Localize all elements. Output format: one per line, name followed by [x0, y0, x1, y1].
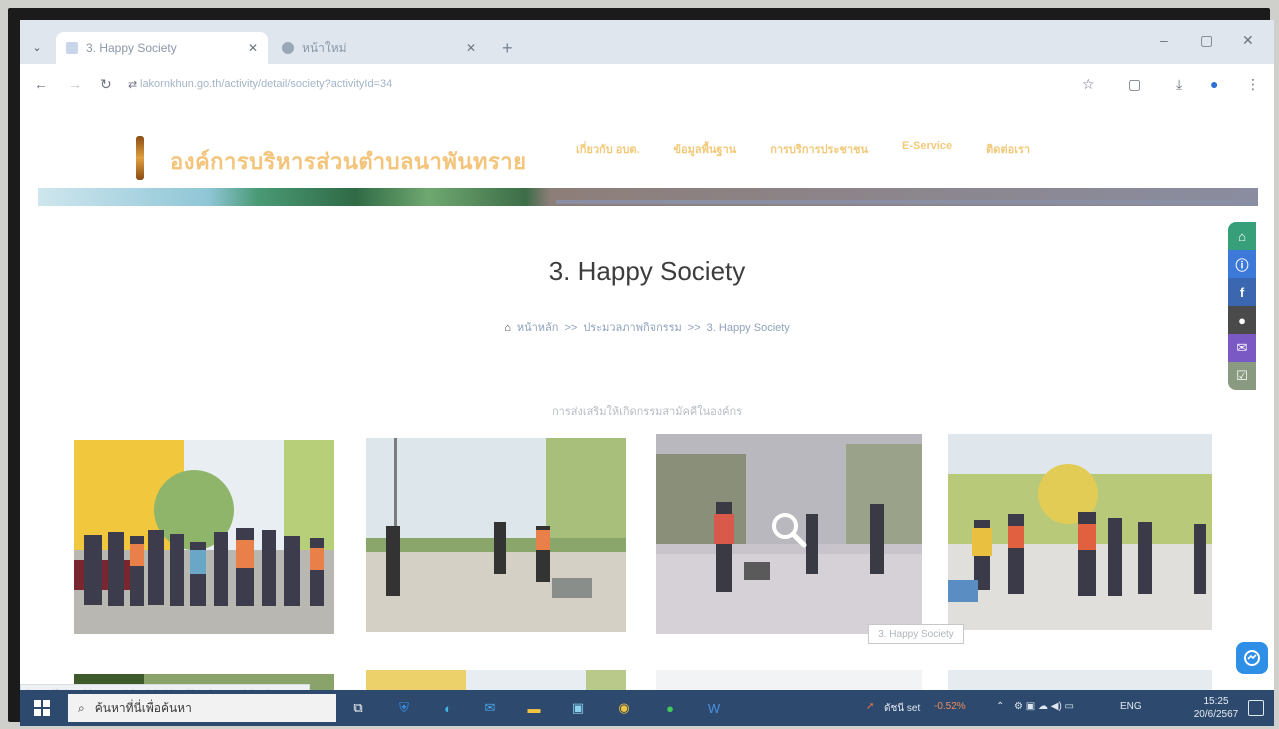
tab-search-button[interactable]: ⌄	[26, 36, 48, 58]
globe-icon	[282, 42, 294, 54]
reload-icon[interactable]: ↻	[100, 76, 112, 93]
browser-toolbar: ← → ↻ ⇄ lakornkhun.go.th/activity/detail…	[20, 64, 1274, 104]
line-app-icon[interactable]: ●	[658, 696, 682, 720]
new-tab-button[interactable]: +	[502, 38, 513, 59]
chrome-icon[interactable]: ◉	[612, 696, 636, 720]
gallery-photo-4[interactable]	[948, 434, 1212, 630]
photo-team-road	[948, 434, 1212, 630]
sticky-social-bar: ⌂ ⓘ f ● ✉ ☑	[1228, 222, 1256, 390]
taskbar-search-input[interactable]: ⌕ ค้นหาที่นี่เพื่อค้นหา	[68, 694, 336, 722]
nav-item-e-service[interactable]: E-Service	[902, 140, 952, 158]
tab-close-icon[interactable]: ✕	[248, 41, 258, 55]
windows-start-icon[interactable]	[34, 700, 50, 716]
tray-app-icons[interactable]: ⚙ ▣ ☁ ◀) ▭	[1014, 701, 1074, 712]
browser-window: ⌄ 3. Happy Society ✕ หน้าใหม่ ✕ + – ▢ ✕ …	[20, 20, 1274, 726]
site-name[interactable]: องค์การบริหารส่วนตำบลนาพันทราย	[170, 144, 527, 179]
profile-icon[interactable]: ●	[1210, 76, 1218, 92]
photo-group-portrait	[74, 440, 334, 634]
gallery-photo-3[interactable]	[656, 434, 922, 634]
taskbar-search-placeholder: ค้นหาที่นี่เพื่อค้นหา	[94, 700, 192, 715]
close-window-button[interactable]: ✕	[1242, 32, 1254, 49]
site-favicon-icon	[66, 42, 78, 54]
breadcrumb: ⌂ หน้าหลัก >> ประมวลภาพกิจกรรม >> 3. Happy So…	[20, 318, 1274, 336]
photo-sweeping-road	[366, 438, 626, 632]
home-icon[interactable]: ⌂	[1228, 222, 1256, 250]
nav-item-contact[interactable]: ติดต่อเรา	[986, 140, 1030, 158]
breadcrumb-home[interactable]: หน้าหลัก	[517, 322, 559, 334]
zoom-magnifier-icon[interactable]	[769, 510, 809, 550]
notification-icon[interactable]	[1248, 700, 1264, 716]
mail-icon[interactable]: ✉	[1228, 334, 1256, 362]
nav-item-about[interactable]: เกี่ยวกับ อบต.	[576, 140, 640, 158]
windows-taskbar: ⌕ ค้นหาที่นี่เพื่อค้นหา ⧉ ⛨ ◐ ✉ ▬ ▣ ◉ ● …	[20, 690, 1274, 726]
language-indicator[interactable]: ENG	[1120, 701, 1142, 712]
breadcrumb-separator: >>	[564, 322, 578, 334]
site-logo[interactable]	[136, 136, 144, 180]
tab-strip: ⌄ 3. Happy Society ✕ หน้าใหม่ ✕ + – ▢ ✕	[20, 20, 1274, 64]
tab-title: 3. Happy Society	[86, 41, 177, 55]
extensions-icon[interactable]: ▢	[1128, 76, 1141, 93]
security-shield-icon[interactable]: ⛨	[392, 696, 416, 720]
home-icon: ⌂	[504, 322, 511, 334]
hover-tooltip: 3. Happy Society	[868, 624, 964, 644]
nav-item-basic-info[interactable]: ข้อมูลพื้นฐาน	[674, 140, 737, 158]
person-icon[interactable]: ●	[1228, 306, 1256, 334]
stock-change: -0.52%	[934, 701, 966, 712]
back-arrow-icon[interactable]: ←	[34, 76, 48, 92]
gallery-photo-2[interactable]	[366, 438, 626, 632]
gallery-photo-1[interactable]	[74, 440, 334, 634]
tab-new-page[interactable]: หน้าใหม่ ✕	[272, 32, 486, 64]
breadcrumb-current: 3. Happy Society	[706, 322, 790, 334]
bookmark-star-icon[interactable]: ☆	[1082, 76, 1095, 93]
tab-close-icon[interactable]: ✕	[466, 41, 476, 55]
messenger-chat-button[interactable]	[1236, 642, 1268, 674]
info-icon[interactable]: ⓘ	[1228, 250, 1256, 278]
breadcrumb-separator: >>	[687, 322, 701, 334]
website-viewport: องค์การบริหารส่วนตำบลนาพันทราย เกี่ยวกับ…	[20, 104, 1274, 710]
menu-kebab-icon[interactable]: ⋮	[1246, 76, 1260, 93]
maximize-button[interactable]: ▢	[1200, 32, 1213, 49]
clock-time: 15:25	[1203, 696, 1229, 707]
search-icon: ⌕	[78, 700, 85, 715]
breadcrumb-activities[interactable]: ประมวลภาพกิจกรรม	[583, 322, 681, 334]
forward-arrow-icon[interactable]: →	[68, 76, 82, 92]
tab-title: หน้าใหม่	[302, 40, 347, 55]
facebook-icon[interactable]: f	[1228, 278, 1256, 306]
main-nav: เกี่ยวกับ อบต. ข้อมูลพื้นฐาน การบริการปร…	[576, 140, 1030, 158]
checkbox-icon[interactable]: ☑	[1228, 362, 1256, 390]
word-app-icon[interactable]: W	[702, 696, 726, 720]
header-banner-strip	[556, 200, 1258, 204]
nav-item-services[interactable]: การบริการประชาชน	[770, 140, 868, 158]
site-info-icon[interactable]: ⇄	[128, 78, 137, 91]
chat-bubble-icon	[1244, 650, 1260, 666]
tray-expand-icon[interactable]: ⌃	[996, 701, 1004, 712]
section-caption: การส่งเสริมให้เกิดกรรมสามัคคีในองค์กร	[551, 406, 743, 418]
store-icon[interactable]: ▣	[566, 696, 590, 720]
page-title: 3. Happy Society	[548, 256, 746, 286]
taskbar-clock[interactable]: 15:25 20/6/2567	[1188, 695, 1244, 721]
mail-app-icon[interactable]: ✉	[478, 696, 502, 720]
task-view-icon[interactable]: ⧉	[346, 696, 370, 720]
minimize-button[interactable]: –	[1160, 32, 1168, 48]
stock-chart-icon[interactable]: ➚	[866, 701, 874, 712]
file-explorer-icon[interactable]: ▬	[522, 696, 546, 720]
address-bar[interactable]: lakornkhun.go.th/activity/detail/society…	[140, 72, 740, 96]
clock-date: 20/6/2567	[1193, 709, 1239, 720]
edge-browser-icon[interactable]: ◐	[436, 696, 460, 720]
monitor-frame: ⌄ 3. Happy Society ✕ หน้าใหม่ ✕ + – ▢ ✕ …	[8, 8, 1274, 726]
tab-happy-society[interactable]: 3. Happy Society ✕	[56, 32, 268, 64]
stock-label[interactable]: ดัชนี set	[884, 701, 920, 716]
download-icon[interactable]: ⤓	[1176, 76, 1182, 93]
